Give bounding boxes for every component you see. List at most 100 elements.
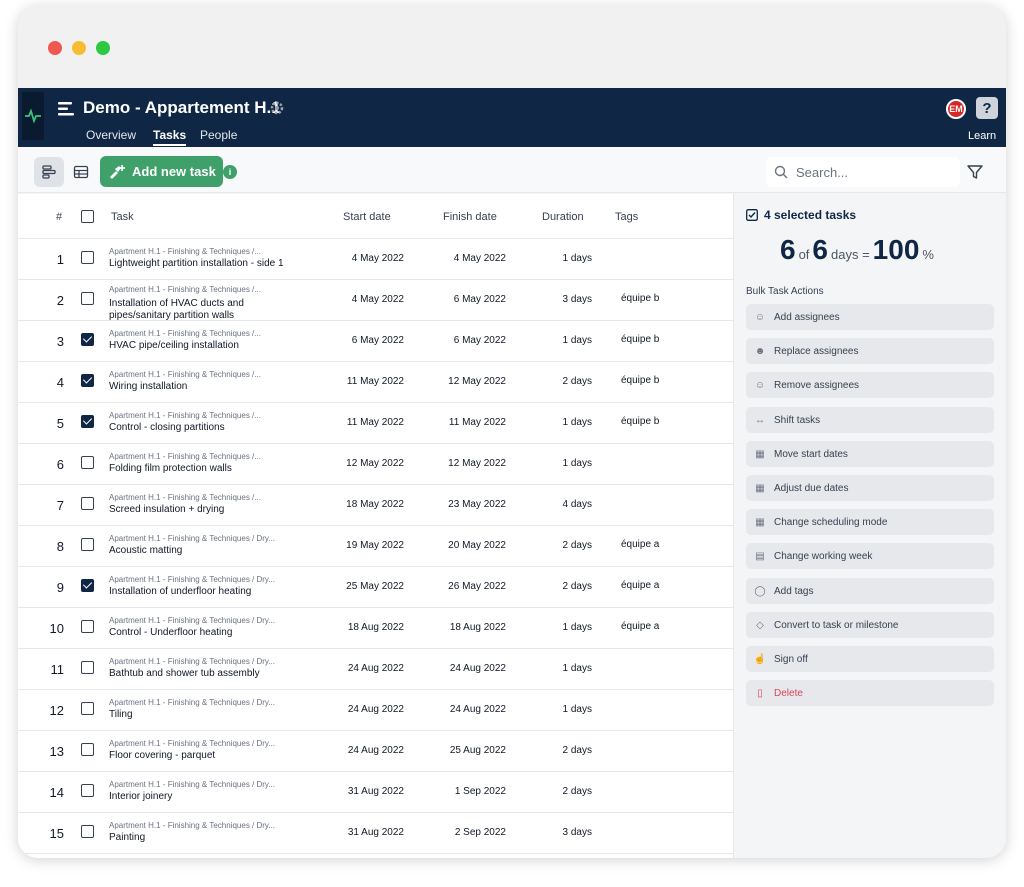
action-remove-assignees-button[interactable]: ☺ Remove assignees <box>746 372 994 398</box>
table-row[interactable]: 11 Apartment H.1 - Finishing & Techniques… <box>18 648 733 689</box>
task-name[interactable]: Painting <box>109 832 145 844</box>
finish-date[interactable]: 12 May 2022 <box>442 458 506 469</box>
task-name[interactable]: Lightweight partition installation - sid… <box>109 258 284 270</box>
maximize-window-dot[interactable] <box>96 41 110 55</box>
table-row[interactable]: 9 Apartment H.1 - Finishing & Techniques … <box>18 566 733 607</box>
task-name[interactable]: Bathtub and shower tub assembly <box>109 668 260 680</box>
row-checkbox[interactable] <box>81 333 94 346</box>
action-change-working-week-button[interactable]: ▤ Change working week <box>746 543 994 569</box>
row-checkbox[interactable] <box>81 374 94 387</box>
gear-icon[interactable] <box>269 100 285 116</box>
table-row[interactable]: 15 Apartment H.1 - Finishing & Techniques… <box>18 812 733 853</box>
table-row[interactable]: 14 Apartment H.1 - Finishing & Techniques… <box>18 771 733 812</box>
tab-overview[interactable]: Overview <box>86 128 136 142</box>
duration[interactable]: 2 days <box>538 376 592 387</box>
filter-button[interactable] <box>962 159 988 185</box>
start-date[interactable]: 31 Aug 2022 <box>340 827 404 838</box>
finish-date[interactable]: 23 May 2022 <box>442 499 506 510</box>
start-date[interactable]: 24 Aug 2022 <box>340 663 404 674</box>
start-date[interactable]: 4 May 2022 <box>340 294 404 305</box>
row-checkbox[interactable] <box>81 579 94 592</box>
duration[interactable]: 1 days <box>538 622 592 633</box>
search-box[interactable] <box>766 157 960 187</box>
task-name[interactable]: Screed insulation + drying <box>109 504 224 516</box>
tag[interactable]: équipe a <box>621 621 659 632</box>
finish-date[interactable]: 1 Sep 2022 <box>442 786 506 797</box>
action-adjust-due-dates-button[interactable]: ▦ Adjust due dates <box>746 475 994 501</box>
table-row[interactable]: 4 Apartment H.1 - Finishing & Techniques … <box>18 361 733 402</box>
column-header-finish-date[interactable]: Finish date <box>443 211 497 223</box>
finish-date[interactable]: 12 May 2022 <box>442 376 506 387</box>
start-date[interactable]: 6 May 2022 <box>340 335 404 346</box>
start-date[interactable]: 11 May 2022 <box>340 417 404 428</box>
close-window-dot[interactable] <box>48 41 62 55</box>
task-name[interactable]: Tiling <box>109 709 133 721</box>
tag[interactable]: équipe b <box>621 293 659 304</box>
task-name[interactable]: Interior joinery <box>109 791 172 803</box>
finish-date[interactable]: 24 Aug 2022 <box>442 704 506 715</box>
menu-icon[interactable] <box>56 99 76 119</box>
column-header-tags[interactable]: Tags <box>615 211 638 223</box>
table-row[interactable]: 13 Apartment H.1 - Finishing & Techniques… <box>18 730 733 771</box>
row-checkbox[interactable] <box>81 661 94 674</box>
table-row[interactable]: 3 Apartment H.1 - Finishing & Techniques … <box>18 320 733 361</box>
row-checkbox[interactable] <box>81 251 94 264</box>
table-row[interactable]: 5 Apartment H.1 - Finishing & Techniques … <box>18 402 733 443</box>
search-input[interactable] <box>796 164 946 180</box>
app-logo-icon[interactable] <box>22 92 44 140</box>
add-task-button[interactable]: Add new task <box>100 156 223 187</box>
action-delete-button[interactable]: ▯ Delete <box>746 680 994 706</box>
start-date[interactable]: 31 Aug 2022 <box>340 786 404 797</box>
action-shift-tasks-button[interactable]: ↔ Shift tasks <box>746 407 994 433</box>
column-header-duration[interactable]: Duration <box>542 211 584 223</box>
task-name[interactable]: Floor covering - parquet <box>109 750 215 762</box>
start-date[interactable]: 24 Aug 2022 <box>340 704 404 715</box>
duration[interactable]: 2 days <box>538 786 592 797</box>
minimize-window-dot[interactable] <box>72 41 86 55</box>
start-date[interactable]: 4 May 2022 <box>340 253 404 264</box>
tag[interactable]: équipe a <box>621 580 659 591</box>
duration[interactable]: 4 days <box>538 499 592 510</box>
action-move-start-dates-button[interactable]: ▦ Move start dates <box>746 441 994 467</box>
action-replace-assignees-button[interactable]: ☻ Replace assignees <box>746 338 994 364</box>
duration[interactable]: 2 days <box>538 581 592 592</box>
start-date[interactable]: 18 Aug 2022 <box>340 622 404 633</box>
task-name[interactable]: HVAC pipe/ceiling installation <box>109 340 239 352</box>
task-name[interactable]: Acoustic matting <box>109 545 182 557</box>
table-row[interactable]: 2 Apartment H.1 - Finishing & Techniques … <box>18 279 733 322</box>
table-row[interactable]: Apartment H.1 - Finishing & Techniques /… <box>18 853 733 858</box>
avatar[interactable]: EM <box>946 99 966 119</box>
task-name[interactable]: Installation of HVAC ducts and pipes/san… <box>109 298 244 322</box>
finish-date[interactable]: 6 May 2022 <box>442 335 506 346</box>
action-change-scheduling-mode-button[interactable]: ▦ Change scheduling mode <box>746 509 994 535</box>
duration[interactable]: 1 days <box>538 663 592 674</box>
row-checkbox[interactable] <box>81 292 94 305</box>
table-row[interactable]: 8 Apartment H.1 - Finishing & Techniques … <box>18 525 733 566</box>
start-date[interactable]: 11 May 2022 <box>340 376 404 387</box>
row-checkbox[interactable] <box>81 620 94 633</box>
duration[interactable]: 3 days <box>538 827 592 838</box>
finish-date[interactable]: 4 May 2022 <box>442 253 506 264</box>
row-checkbox[interactable] <box>81 497 94 510</box>
tag[interactable]: équipe b <box>621 375 659 386</box>
row-checkbox[interactable] <box>81 538 94 551</box>
duration[interactable]: 2 days <box>538 540 592 551</box>
row-checkbox[interactable] <box>81 415 94 428</box>
finish-date[interactable]: 2 Sep 2022 <box>442 827 506 838</box>
info-icon[interactable]: i <box>223 165 237 179</box>
duration[interactable]: 1 days <box>538 458 592 469</box>
start-date[interactable]: 25 May 2022 <box>340 581 404 592</box>
task-name[interactable]: Installation of underfloor heating <box>109 586 251 598</box>
finish-date[interactable]: 25 Aug 2022 <box>442 745 506 756</box>
table-row[interactable]: 6 Apartment H.1 - Finishing & Techniques … <box>18 443 733 484</box>
action-sign-off-button[interactable]: ☝ Sign off <box>746 646 994 672</box>
duration[interactable]: 1 days <box>538 253 592 264</box>
finish-date[interactable]: 6 May 2022 <box>442 294 506 305</box>
start-date[interactable]: 18 May 2022 <box>340 499 404 510</box>
task-name[interactable]: Control - closing partitions <box>109 422 225 434</box>
help-icon[interactable]: ? <box>976 97 998 119</box>
table-row[interactable]: 10 Apartment H.1 - Finishing & Techniques… <box>18 607 733 648</box>
row-checkbox[interactable] <box>81 456 94 469</box>
table-row[interactable]: 1 Apartment H.1 - Finishing & Techniques … <box>18 238 733 279</box>
action-convert-to-task-or-milestone-button[interactable]: ◇ Convert to task or milestone <box>746 612 994 638</box>
